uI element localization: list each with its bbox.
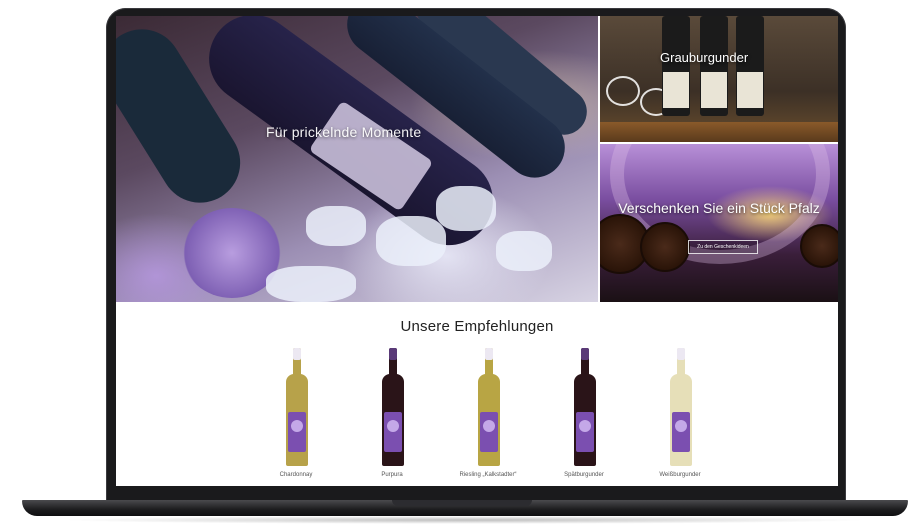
hero-banner-main[interactable]: Für prickelnde Momente bbox=[116, 16, 598, 302]
barrel-image bbox=[800, 224, 838, 268]
bottle-label-flower-icon bbox=[387, 420, 399, 432]
bottle-cap bbox=[293, 348, 301, 360]
ice-cube-image bbox=[496, 231, 552, 271]
wine-bottle-image bbox=[574, 348, 596, 466]
product-card[interactable]: Riesling „Kalkstadter“ bbox=[448, 346, 528, 486]
product-name[interactable]: Purpura bbox=[342, 472, 442, 478]
bottle-cap bbox=[581, 348, 589, 360]
product-list: Chardonnay Purpura Riesling „Kalkstadter… bbox=[256, 346, 701, 486]
product-name[interactable]: Weißburgunder bbox=[630, 472, 730, 478]
barrel-image bbox=[640, 222, 690, 272]
laptop-screen: Für prickelnde Momente Grauburgunder Ver… bbox=[116, 16, 838, 486]
hero-grauburgunder-headline: Grauburgunder bbox=[660, 50, 749, 65]
bottle-label bbox=[384, 412, 402, 452]
product-name[interactable]: Spätburgunder bbox=[534, 472, 634, 478]
bottle-label-image bbox=[701, 72, 727, 108]
ice-cube-image bbox=[306, 206, 366, 246]
bottle-label-image bbox=[737, 72, 763, 108]
product-name[interactable]: Riesling „Kalkstadter“ bbox=[438, 472, 538, 478]
product-card[interactable]: Spätburgunder bbox=[544, 346, 624, 486]
bottle-label-flower-icon bbox=[675, 420, 687, 432]
laptop-shadow bbox=[60, 516, 870, 524]
hero-banner-grauburgunder[interactable]: Grauburgunder bbox=[600, 16, 838, 142]
ice-cube-image bbox=[436, 186, 496, 231]
hero-gift-headline: Verschenken Sie ein Stück Pfalz bbox=[618, 200, 820, 216]
bottle-label-flower-icon bbox=[579, 420, 591, 432]
product-name[interactable]: Chardonnay bbox=[246, 472, 346, 478]
bottle-cap bbox=[485, 348, 493, 360]
bottle-cap bbox=[677, 348, 685, 360]
wine-bottle-image bbox=[670, 348, 692, 466]
hero-banner-gift[interactable]: Verschenken Sie ein Stück Pfalz Zu den G… bbox=[600, 144, 838, 302]
bottle-label bbox=[288, 412, 306, 452]
bottle-cap bbox=[389, 348, 397, 360]
product-card[interactable]: Purpura bbox=[352, 346, 432, 486]
wine-glass-image bbox=[606, 76, 640, 106]
wine-bottle-image bbox=[286, 348, 308, 466]
wine-bottle-image bbox=[478, 348, 500, 466]
product-card[interactable]: Weißburgunder bbox=[640, 346, 720, 486]
bottle-label-flower-icon bbox=[291, 420, 303, 432]
ice-cube-image bbox=[376, 216, 446, 266]
ice-cube-image bbox=[266, 266, 356, 302]
table-image bbox=[600, 122, 838, 142]
gift-ideas-button[interactable]: Zu den Geschenkideen bbox=[688, 240, 758, 254]
bottle-label bbox=[576, 412, 594, 452]
product-card[interactable]: Chardonnay bbox=[256, 346, 336, 486]
hero-main-headline: Für prickelnde Momente bbox=[266, 124, 422, 140]
laptop-notch bbox=[392, 500, 532, 506]
bottle-label bbox=[672, 412, 690, 452]
bottle-label-image bbox=[663, 72, 689, 108]
recommendations-title: Unsere Empfehlungen bbox=[400, 318, 554, 335]
bottle-label bbox=[480, 412, 498, 452]
bottle-label-flower-icon bbox=[483, 420, 495, 432]
wine-bottle-image bbox=[382, 348, 404, 466]
